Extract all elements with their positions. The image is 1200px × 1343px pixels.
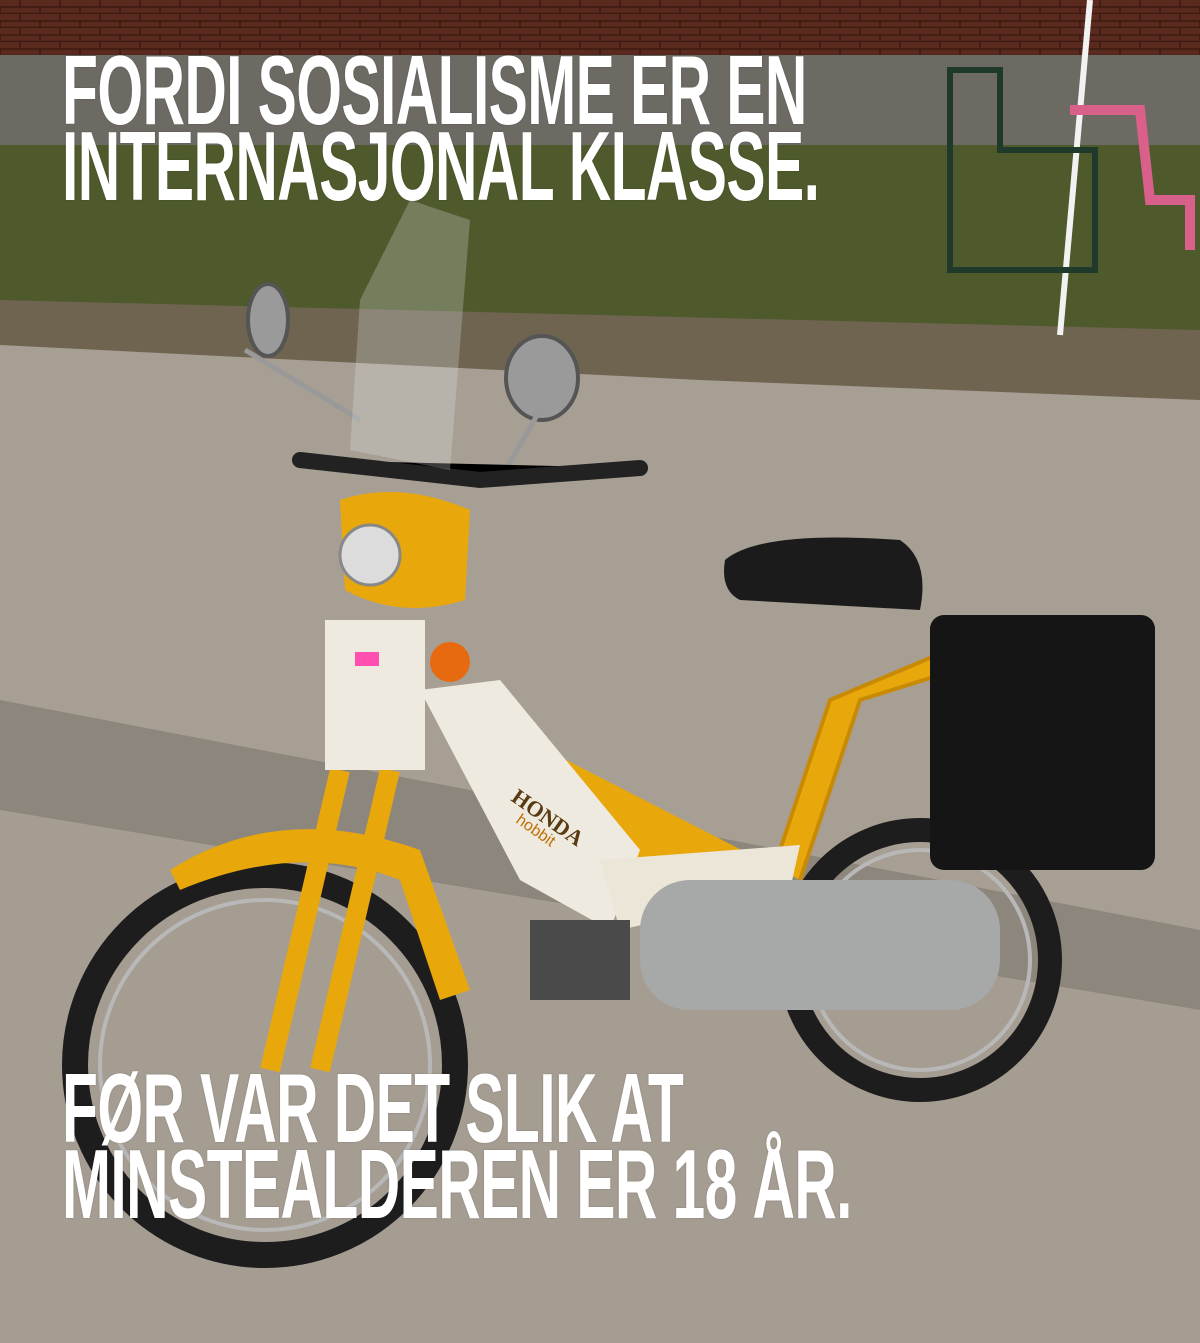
bottom-caption-line-2: MINSTEALDEREN ER 18 ÅR. [62,1129,853,1239]
top-caption-line-2: INTERNASJONAL KLASSE. [62,111,820,221]
meme-bottom-caption: FØR VAR DET SLIK AT MINSTEALDEREN ER 18 … [62,1059,853,1239]
meme-top-caption: FORDI SOSIALISME ER EN INTERNASJONAL KLA… [62,41,820,221]
